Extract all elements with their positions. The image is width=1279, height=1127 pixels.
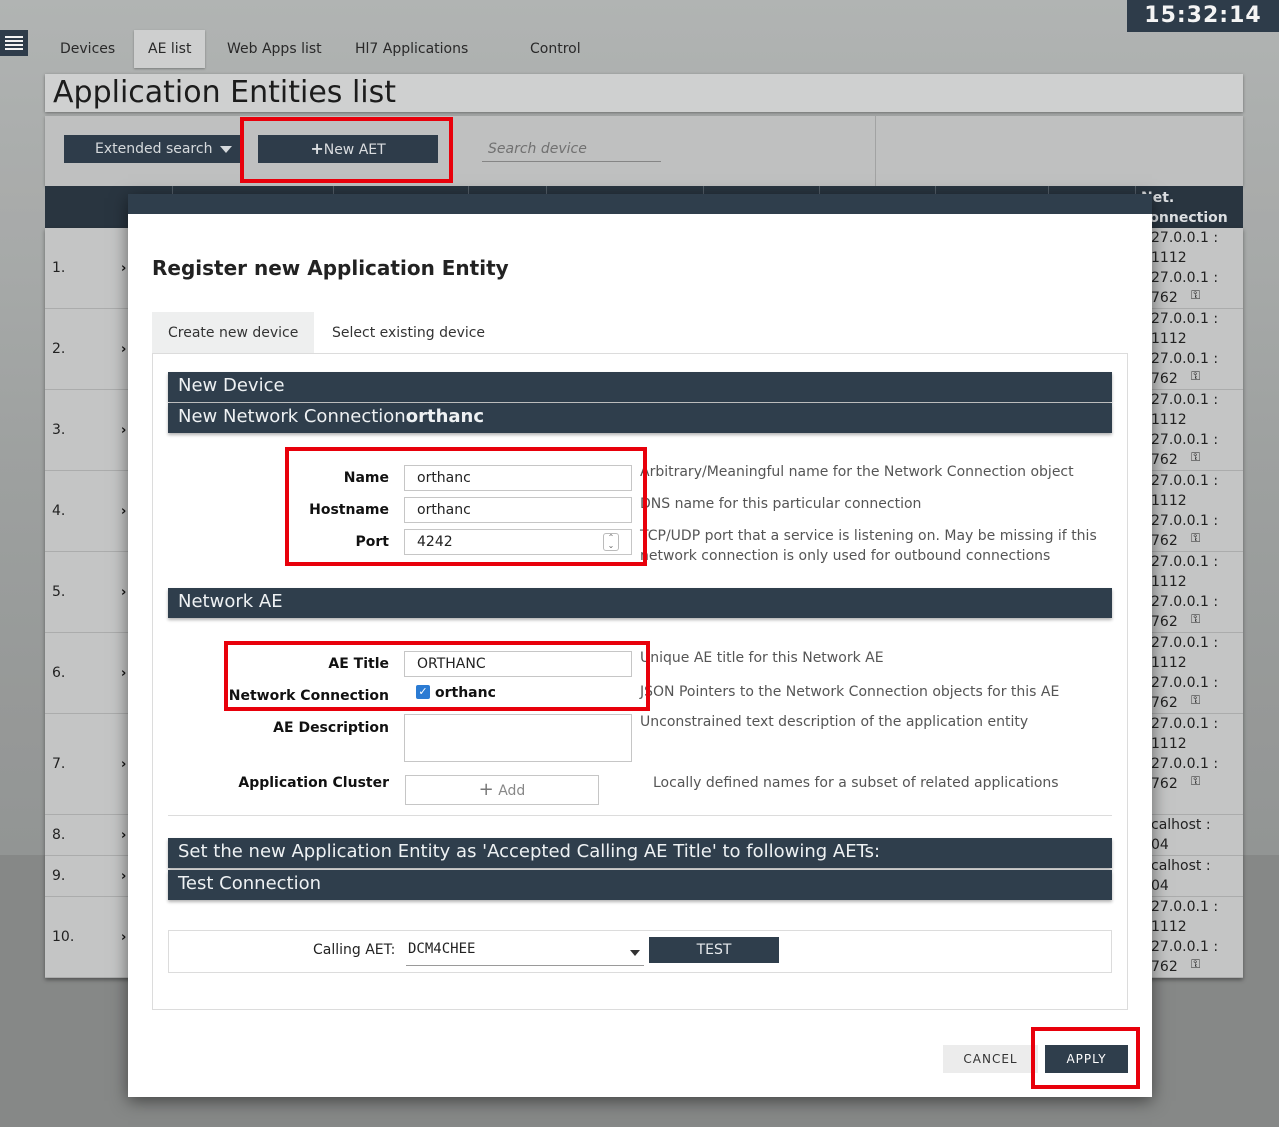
ae-title-description: Unique AE title for this Network AE: [640, 650, 884, 666]
cancel-button[interactable]: CANCEL: [943, 1045, 1038, 1073]
test-button[interactable]: TEST: [649, 937, 779, 963]
section-new-device: New Device: [168, 372, 1112, 402]
section-title: New Network Connection: [178, 406, 406, 427]
plus-icon: +: [478, 779, 494, 800]
tab-select-existing-device[interactable]: Select existing device: [316, 312, 501, 354]
ae-description-label: AE Description: [273, 720, 389, 736]
application-cluster-label: Application Cluster: [238, 775, 389, 791]
port-value: 4242: [417, 534, 453, 550]
checkbox-checked-icon[interactable]: ✓: [416, 685, 430, 699]
dialog-title: Register new Application Entity: [152, 256, 509, 280]
calling-aet-label: Calling AET:: [313, 942, 396, 958]
test-connection-row: Calling AET: DCM4CHEE TEST: [168, 930, 1112, 973]
port-input[interactable]: 4242 ⌃ ⌄: [404, 529, 632, 555]
network-connection-description: JSON Pointers to the Network Connection …: [640, 684, 1060, 700]
hostname-input[interactable]: orthanc: [404, 497, 632, 523]
network-connection-option: orthanc: [435, 685, 496, 701]
apply-button[interactable]: APPLY: [1045, 1045, 1128, 1073]
ae-description-textarea[interactable]: [404, 714, 632, 762]
network-connection-label: Network Connection: [228, 688, 389, 704]
hostname-description: DNS name for this particular connection: [640, 496, 922, 512]
ae-description-description: Unconstrained text description of the ap…: [640, 714, 1029, 730]
application-cluster-description: Locally defined names for a subset of re…: [653, 775, 1059, 791]
name-description: Arbitrary/Meaningful name for the Networ…: [640, 464, 1074, 480]
section-new-network-connection: New Network Connectionorthanc: [168, 403, 1112, 433]
dialog-header-bar: [128, 194, 1152, 214]
port-description-line2: network connection is only used for outb…: [640, 548, 1051, 564]
port-description-line1: TCP/UDP port that a service is listening…: [640, 528, 1097, 544]
spinner-icon[interactable]: ⌃ ⌄: [603, 533, 619, 551]
name-label: Name: [343, 470, 389, 486]
calling-aet-value: DCM4CHEE: [408, 941, 476, 957]
section-accepted-calling: Set the new Application Entity as 'Accep…: [168, 838, 1112, 868]
ae-title-input[interactable]: ORTHANC: [404, 651, 632, 677]
section-network-ae: Network AE: [168, 588, 1112, 618]
port-label: Port: [355, 534, 389, 550]
register-ae-dialog: Register new Application Entity Create n…: [128, 194, 1152, 1097]
section-test-connection: Test Connection: [168, 870, 1112, 900]
name-input[interactable]: orthanc: [404, 465, 632, 491]
add-cluster-button[interactable]: + Add: [405, 775, 599, 805]
calling-aet-select[interactable]: DCM4CHEE: [406, 936, 644, 966]
ae-title-label: AE Title: [328, 656, 389, 672]
add-label: Add: [498, 783, 526, 799]
hostname-label: Hostname: [309, 502, 389, 518]
connection-name: orthanc: [405, 406, 485, 427]
tab-create-new-device[interactable]: Create new device: [152, 312, 315, 354]
divider: [168, 815, 1112, 816]
caret-down-icon: [630, 950, 640, 956]
